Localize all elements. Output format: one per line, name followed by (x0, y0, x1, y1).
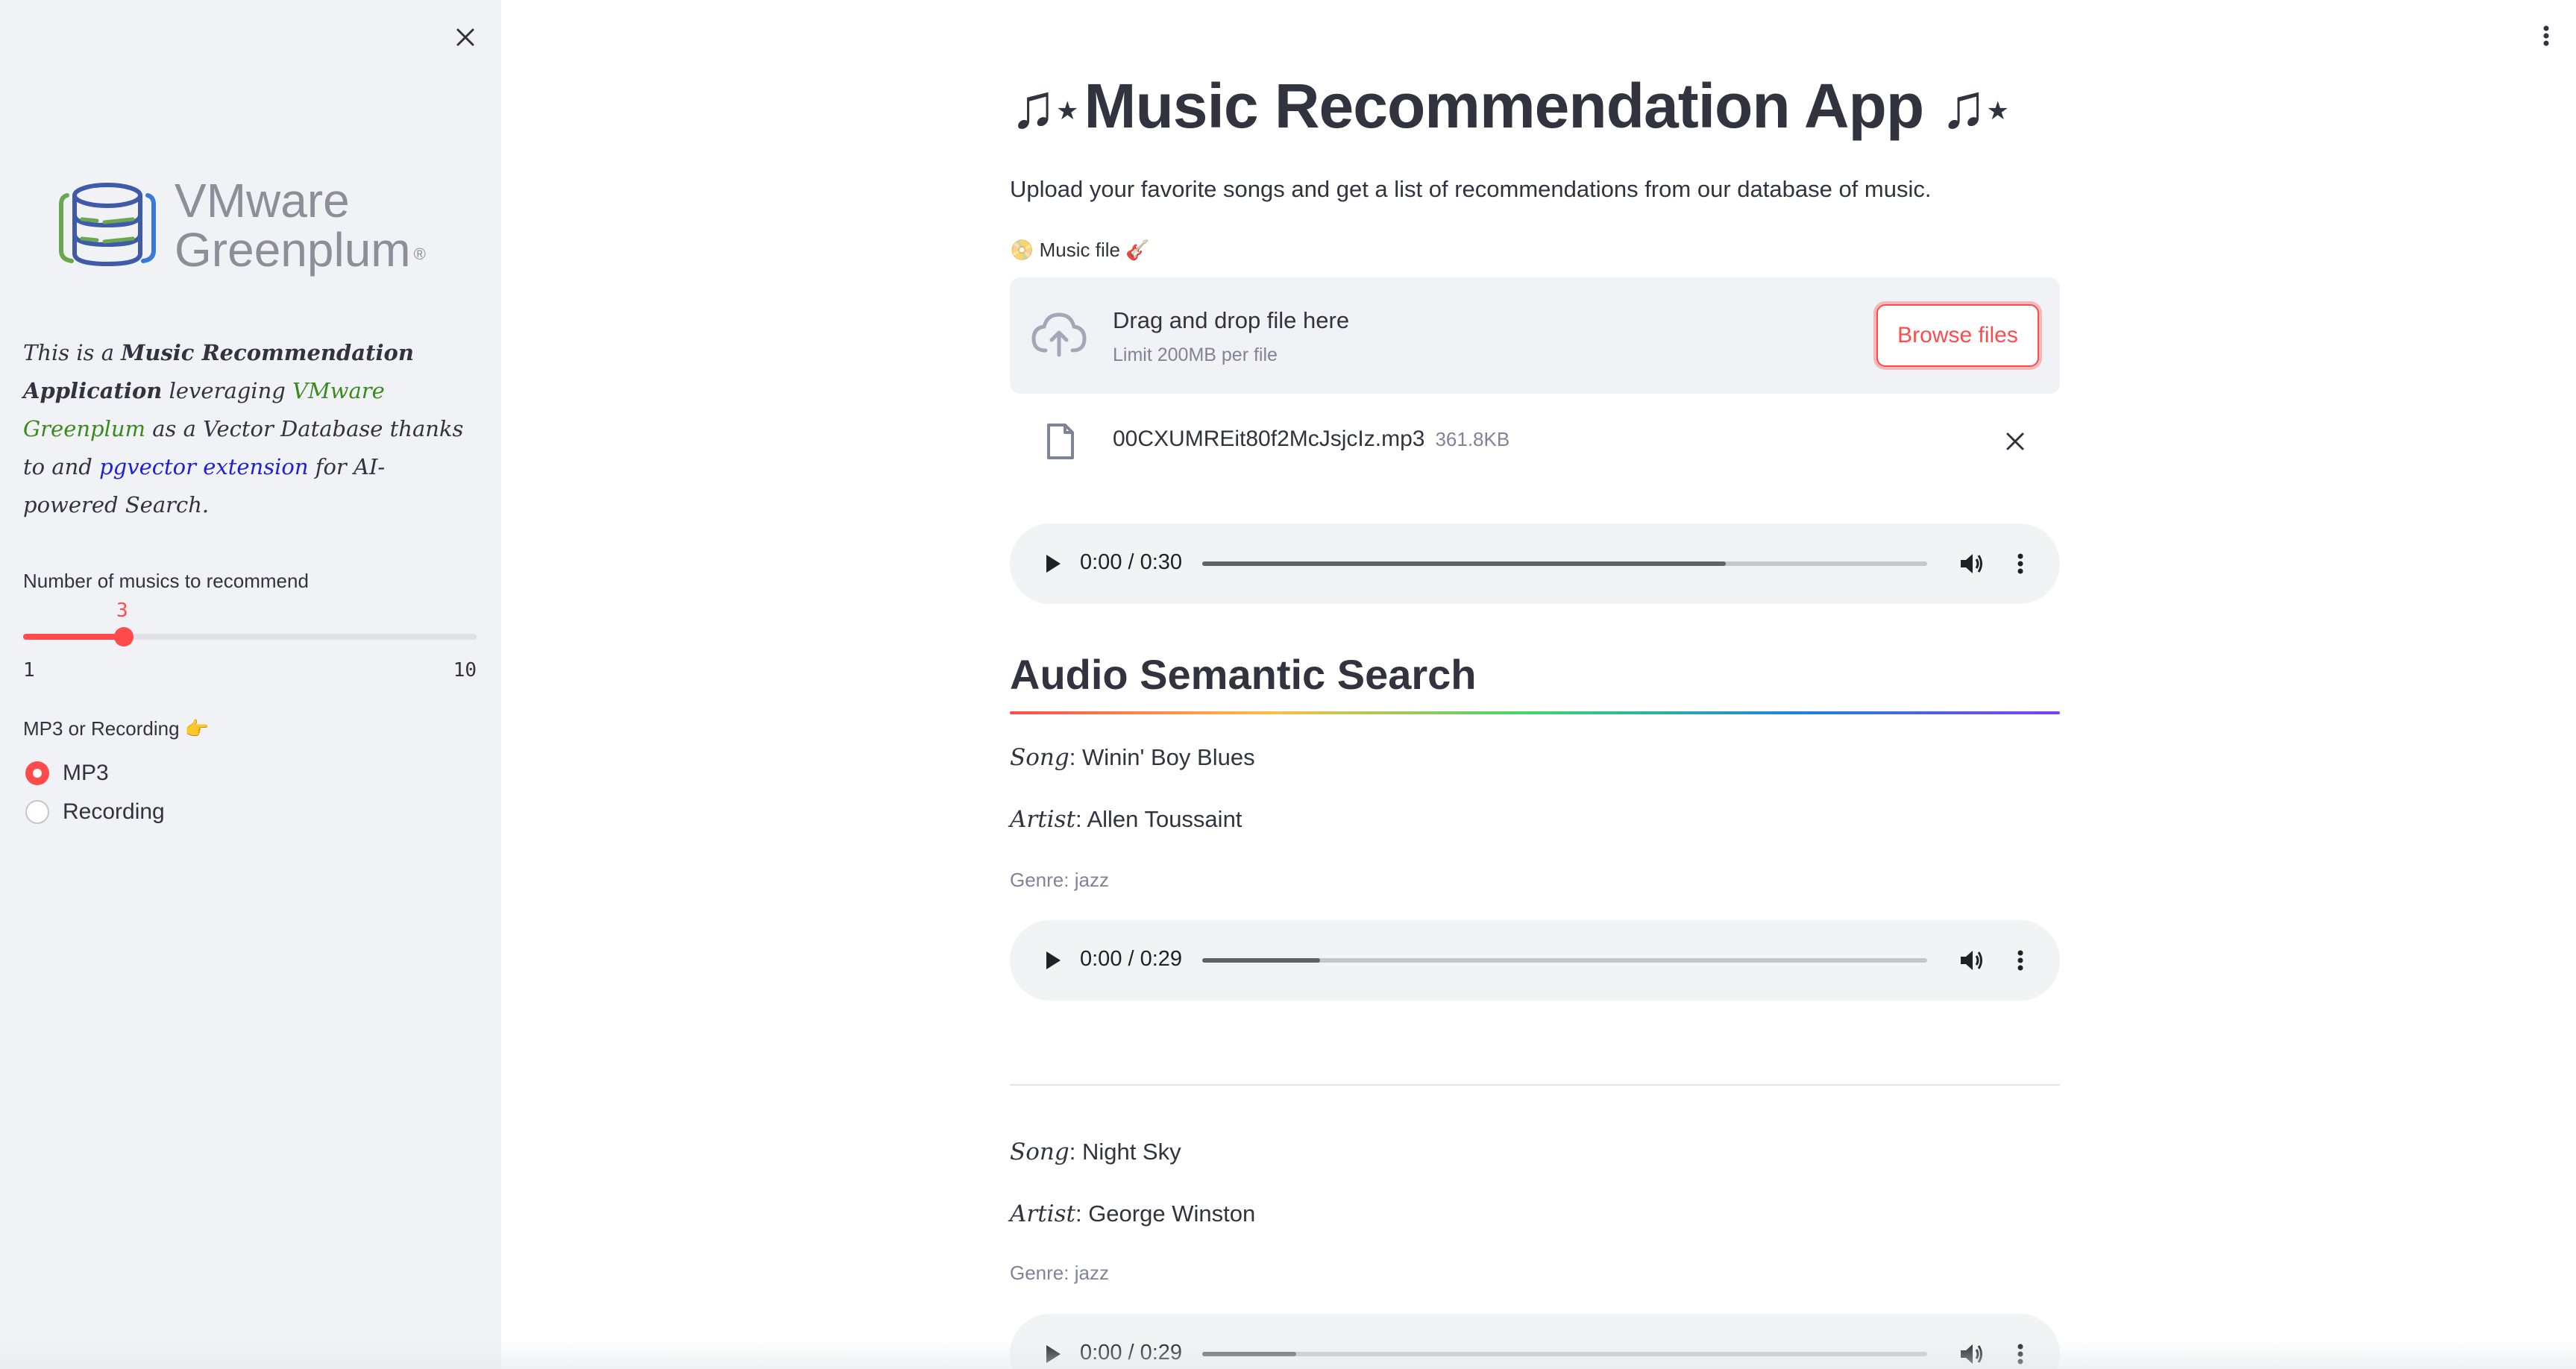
audio-player-result-2[interactable]: 0:00 / 0:29 (1010, 1314, 2060, 1369)
registered-mark: ® (413, 245, 426, 263)
radio-mp3[interactable]: MP3 (25, 761, 109, 786)
player-buffered (1202, 561, 1726, 566)
more-vert-icon (2017, 1344, 2023, 1365)
file-size: 361.8KB (1435, 428, 1510, 450)
slider-fill (23, 634, 125, 640)
play-icon (1046, 951, 1061, 969)
logo-wordmark: VMware Greenplum ® (175, 176, 426, 274)
more-vert-icon (2017, 553, 2023, 574)
page-title: ♫ ★ Music Recommendation App ♫ ★ (1010, 71, 2010, 141)
volume-icon (1961, 1344, 1982, 1364)
dropzone-title: Drag and drop file here (1113, 307, 1350, 333)
result-divider (1010, 1084, 2060, 1086)
slider-min: 1 (23, 659, 35, 682)
vmware-greenplum-logo: VMware Greenplum ® (57, 176, 426, 274)
sparkle-icon: ★ (1986, 96, 2010, 125)
logo-line-vmware: VMware (175, 174, 350, 227)
more-vert-icon (2543, 25, 2549, 46)
player-buffered (1202, 958, 1321, 963)
page-subtitle: Upload your favorite songs and get a lis… (1010, 176, 1932, 202)
radio-button[interactable] (25, 800, 49, 824)
remove-file-button[interactable] (1999, 425, 2032, 458)
result-artist: Artist: George Winston (1010, 1200, 1256, 1227)
result-genre: Genre: jazz (1010, 1262, 1109, 1284)
file-dropzone[interactable]: Drag and drop file here Limit 200MB per … (1010, 277, 2060, 394)
volume-button[interactable] (1957, 1339, 1987, 1369)
file-icon (1047, 424, 1074, 459)
close-icon (456, 28, 474, 46)
main-menu-button[interactable] (2531, 18, 2561, 54)
radio-label-recording: Recording (63, 799, 165, 824)
close-icon (2006, 432, 2024, 450)
browse-files-button[interactable]: Browse files (1876, 304, 2039, 367)
uploaded-file: 00CXUMREit80f2McJsjcIz.mp3 361.8KB (1010, 412, 2060, 471)
app-description: This is a Music Recommendation Applicati… (23, 340, 464, 517)
play-button[interactable] (1040, 1341, 1066, 1368)
player-progress-bar[interactable] (1202, 958, 1927, 963)
player-more-button[interactable] (2009, 1339, 2032, 1369)
music-note-icon: ♫ (1010, 71, 1057, 141)
audio-player-upload[interactable]: 0:00 / 0:30 (1010, 523, 2060, 604)
slider-label: Number of musics to recommend (23, 570, 309, 592)
radio-recording[interactable]: Recording (25, 799, 165, 825)
radio-label-mp3: MP3 (63, 761, 109, 785)
play-icon (1046, 555, 1061, 573)
app-root: VMware Greenplum ® This is a Music Recomm… (0, 0, 2576, 1369)
recommend-count-slider[interactable] (23, 627, 477, 646)
database-logo-icon (59, 183, 156, 267)
play-button[interactable] (1040, 947, 1066, 974)
result-artist: Artist: Allen Toussaint (1010, 806, 1243, 833)
sidebar-close-button[interactable] (447, 19, 483, 55)
player-time: 0:00 / 0:30 (1080, 550, 1183, 574)
player-buffered (1202, 1352, 1297, 1356)
player-progress-bar[interactable] (1202, 561, 1927, 566)
play-icon (1046, 1345, 1061, 1363)
volume-button[interactable] (1957, 945, 1987, 975)
volume-icon (1961, 951, 1982, 970)
result-song: Song: Night Sky (1010, 1139, 1181, 1165)
file-name: 00CXUMREit80f2McJsjcIz.mp3 (1113, 427, 1425, 451)
slider-thumb[interactable] (114, 627, 134, 646)
more-vert-icon (2017, 950, 2023, 971)
section-title: Audio Semantic Search (1010, 651, 1477, 698)
slider-max: 10 (453, 659, 477, 682)
dropzone-limit: Limit 200MB per file (1113, 344, 1278, 365)
sidebar: VMware Greenplum ® This is a Music Recomm… (0, 0, 501, 1369)
music-file-label: 📀 Music file 🎸 (1010, 239, 1150, 261)
play-button[interactable] (1040, 550, 1066, 577)
logo-line-greenplum: Greenplum (175, 223, 411, 277)
volume-icon (1961, 554, 1982, 573)
result-song: Song: Winin' Boy Blues (1010, 744, 1255, 771)
pgvector-link[interactable]: pgvector extension (99, 454, 308, 479)
audio-player-result-1[interactable]: 0:00 / 0:29 (1010, 920, 2060, 1001)
player-time: 0:00 / 0:29 (1080, 947, 1183, 971)
cloud-upload-icon (1031, 312, 1087, 357)
player-progress-bar[interactable] (1202, 1352, 1927, 1356)
player-more-button[interactable] (2009, 549, 2032, 579)
sparkle-icon: ★ (1056, 96, 1079, 125)
radio-button-selected[interactable] (25, 761, 49, 785)
volume-button[interactable] (1957, 549, 1987, 579)
input-type-label: MP3 or Recording 👉 (23, 717, 210, 740)
player-more-button[interactable] (2009, 945, 2032, 975)
music-note-icon: ♫ (1940, 71, 1988, 141)
slider-value: 3 (116, 599, 128, 622)
rainbow-divider (1010, 711, 2060, 714)
player-time: 0:00 / 0:29 (1080, 1341, 1183, 1365)
result-genre: Genre: jazz (1010, 869, 1109, 891)
